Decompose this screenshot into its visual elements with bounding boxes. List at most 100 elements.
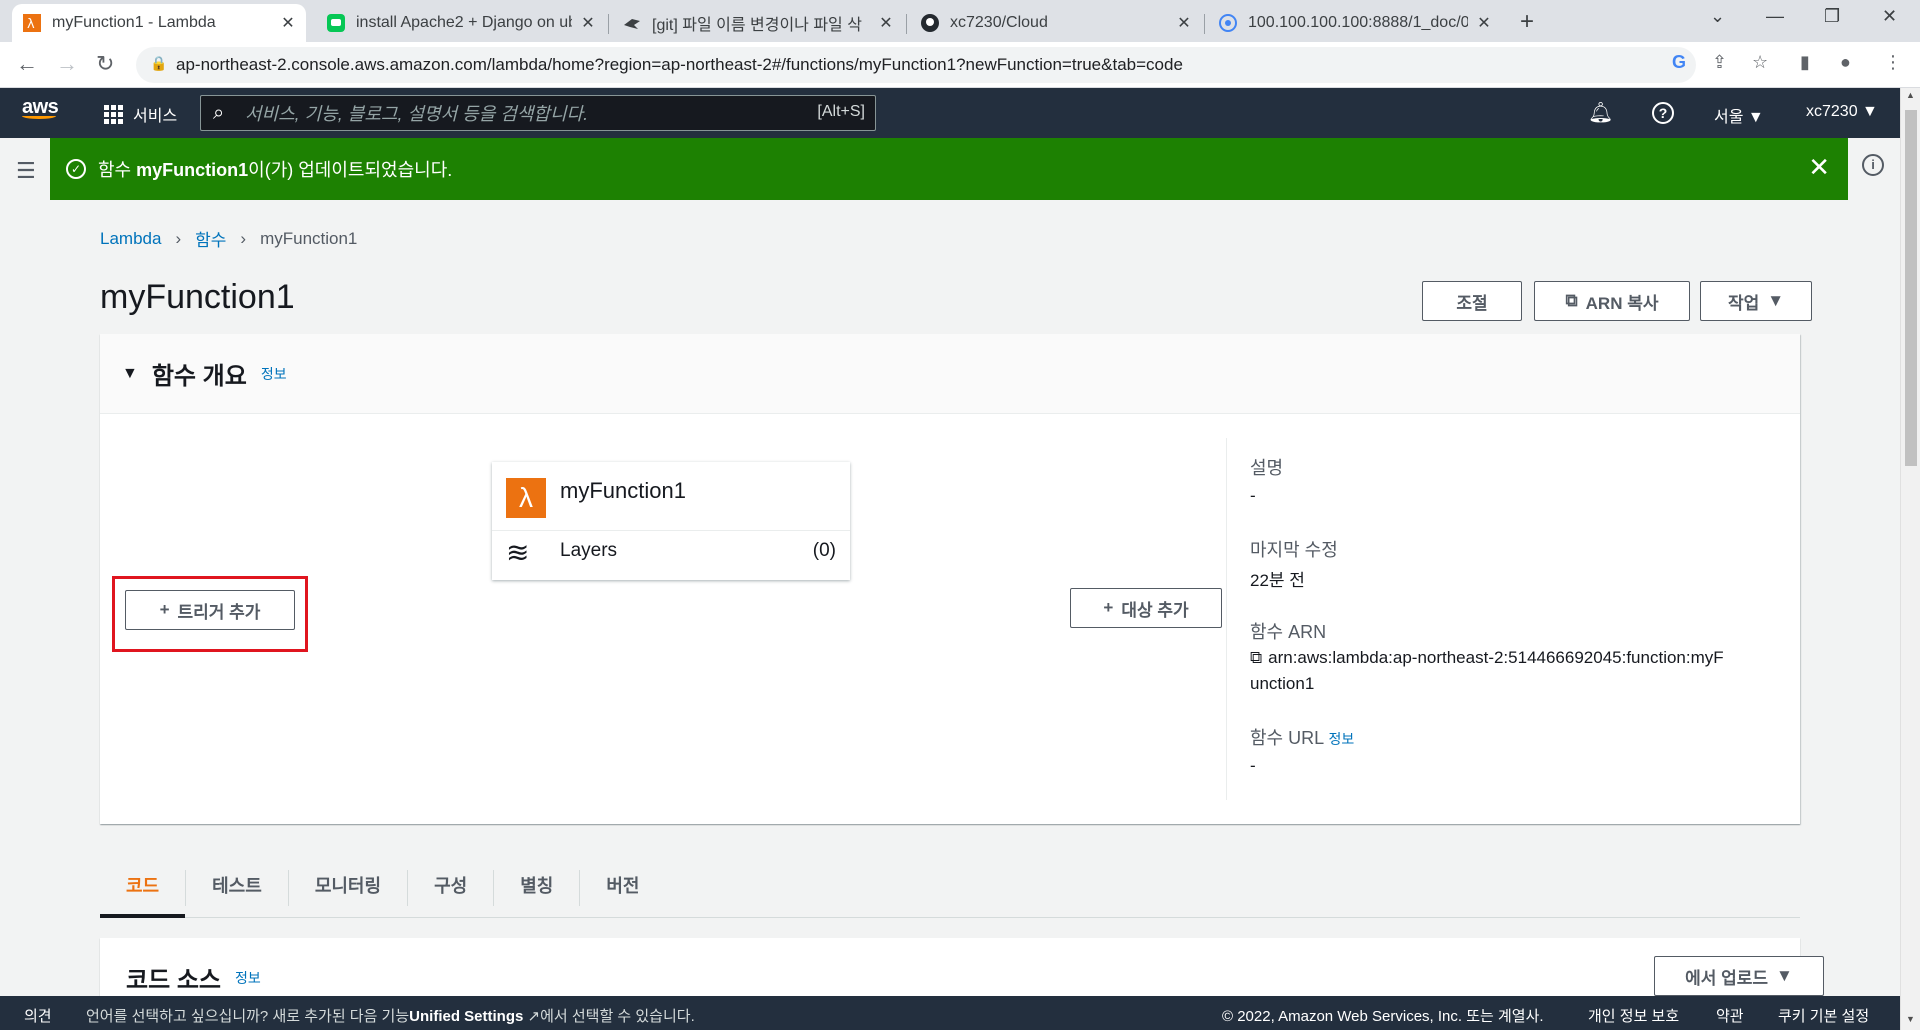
main-area: Lambda › 함수 › myFunction1 myFunction1 조절… [50, 200, 1848, 1018]
browser-tab-local[interactable]: 100.100.100.100:8888/1_doc/03. ✕ [1208, 4, 1502, 42]
services-menu[interactable]: 서비스 [104, 102, 177, 126]
info-panel-icon[interactable]: i [1862, 154, 1884, 176]
add-destination-button[interactable]: + 대상 추가 [1070, 588, 1222, 628]
breadcrumb-functions[interactable]: 함수 [195, 226, 226, 251]
lock-icon: 🔒 [150, 55, 168, 71]
copy-arn-label: ARN 복사 [1585, 293, 1659, 313]
close-icon[interactable]: ✕ [878, 13, 894, 33]
tab-search-chevron-icon[interactable]: ⌄ [1710, 6, 1725, 27]
external-link-icon: ↗ [523, 1008, 541, 1025]
browser-tab-git[interactable]: [git] 파일 이름 변경이나 파일 삭 ✕ [612, 4, 904, 42]
upload-label: 에서 업로드 [1685, 968, 1769, 988]
overview-title-text: 함수 개요 [151, 363, 247, 390]
bookmark-star-icon[interactable]: ☆ [1752, 52, 1768, 73]
privacy-link[interactable]: 개인 정보 보호 [1588, 1005, 1679, 1026]
function-url-label-text: 함수 URL [1250, 728, 1324, 748]
function-url-label: 함수 URL 정보 [1250, 724, 1354, 750]
copy-arn-button[interactable]: ⧉ ARN 복사 [1534, 281, 1690, 321]
function-tabs: 코드 테스트 모니터링 구성 별칭 버전 [100, 860, 1800, 918]
browser-tab-django[interactable]: install Apache2 + Django on ub ✕ [316, 4, 606, 42]
restore-icon[interactable]: ❐ [1824, 6, 1840, 27]
actions-button[interactable]: 작업 ▼ [1700, 281, 1812, 321]
vertical-scrollbar[interactable]: ▲ ▼ [1900, 88, 1920, 1030]
panel-header[interactable]: ▼ 함수 개요 정보 [100, 334, 1800, 414]
vertical-divider [1226, 438, 1227, 800]
close-icon[interactable]: ✕ [1176, 13, 1192, 33]
chevron-right-icon: › [240, 228, 247, 248]
function-arn-label: 함수 ARN [1250, 622, 1327, 642]
add-trigger-button[interactable]: + 트리거 추가 [125, 590, 295, 630]
globe-icon [1218, 13, 1238, 33]
console-footer: 의견 언어를 선택하고 싶으십니까? 새로 추가된 다음 기능Unified S… [0, 996, 1900, 1030]
help-icon[interactable]: ? [1652, 102, 1674, 124]
tab-configuration[interactable]: 구성 [408, 860, 493, 917]
profile-avatar[interactable]: ● [1840, 52, 1851, 73]
throttle-button[interactable]: 조절 [1422, 281, 1522, 321]
tab-test[interactable]: 테스트 [186, 860, 288, 917]
search-input[interactable]: ⌕ 서비스, 기능, 블로그, 설명서 등을 검색합니다. [Alt+S] [200, 95, 876, 131]
scroll-down-icon[interactable]: ▼ [1906, 1014, 1915, 1024]
arn-line-1: arn:aws:lambda:ap-northeast-2:5144666920… [1268, 648, 1724, 667]
github-icon [920, 13, 940, 33]
account-menu[interactable]: xc7230 ▼ [1806, 103, 1878, 121]
line-icon [326, 13, 346, 33]
back-arrow-icon[interactable]: ← [16, 51, 38, 77]
layers-label[interactable]: Layers [560, 540, 617, 562]
window-close-icon[interactable]: ✕ [1882, 6, 1897, 27]
forward-arrow-icon[interactable]: → [56, 51, 78, 77]
tab-versions[interactable]: 버전 [580, 860, 665, 917]
menu-dots-icon[interactable]: ⋮ [1884, 52, 1902, 73]
breadcrumb-lambda[interactable]: Lambda [100, 229, 161, 249]
actions-label: 작업 [1727, 293, 1760, 313]
success-flashbar: ✓ 함수 myFunction1이(가) 업데이트되었습니다. ✕ [50, 138, 1848, 200]
scroll-thumb[interactable] [1905, 110, 1917, 466]
google-translate-icon[interactable]: G [1672, 52, 1686, 73]
copyright: © 2022, Amazon Web Services, Inc. 또는 계열사… [1222, 1008, 1544, 1025]
side-panel-icon[interactable]: ▮ [1800, 52, 1810, 73]
function-card[interactable]: λ myFunction1 ≋ Layers (0) [492, 462, 850, 580]
grid-icon [104, 104, 123, 124]
copy-icon[interactable]: ⧉ [1250, 648, 1262, 667]
aws-logo[interactable]: aws [22, 96, 59, 119]
info-link[interactable]: 정보 [235, 968, 261, 988]
hamburger-menu-icon[interactable]: ☰ [16, 158, 36, 184]
browser-tab-lambda[interactable]: λ myFunction1 - Lambda ✕ [12, 4, 306, 42]
svg-text:λ: λ [27, 17, 35, 32]
info-link[interactable]: 정보 [1328, 731, 1354, 747]
upload-from-button[interactable]: 에서 업로드 ▼ [1654, 956, 1824, 996]
terms-link[interactable]: 약관 [1716, 1005, 1744, 1026]
language-notice: 언어를 선택하고 싶으십니까? 새로 추가된 다음 기능Unified Sett… [86, 1005, 695, 1026]
unified-settings-link[interactable]: Unified Settings [409, 1008, 523, 1025]
region-selector[interactable]: 서울 ▼ [1714, 103, 1764, 127]
close-icon[interactable]: ✕ [1476, 13, 1492, 33]
url-bar[interactable]: 🔒 ap-northeast-2.console.aws.amazon.com/… [136, 47, 1696, 83]
browser-tab-github[interactable]: xc7230/Cloud ✕ [910, 4, 1202, 42]
copy-icon: ⧉ [1565, 291, 1578, 310]
minimize-icon[interactable]: — [1766, 6, 1784, 27]
reload-icon[interactable]: ↻ [96, 51, 114, 77]
share-icon[interactable]: ⇪ [1712, 52, 1727, 73]
code-source-title: 코드 소스 정보 [126, 960, 261, 995]
tab-title: [git] 파일 이름 변경이나 파일 삭 [652, 17, 862, 34]
function-url-value: - [1250, 756, 1256, 775]
info-link[interactable]: 정보 [261, 364, 287, 384]
arn-line-2: unction1 [1250, 674, 1315, 693]
tab-aliases[interactable]: 별칭 [494, 860, 579, 917]
scroll-up-icon[interactable]: ▲ [1906, 90, 1915, 100]
last-modified-value: 22분 전 [1250, 571, 1305, 590]
services-label: 서비스 [133, 108, 178, 125]
new-tab-plus-icon[interactable]: + [1520, 8, 1534, 36]
close-icon[interactable]: ✕ [280, 13, 296, 33]
flash-message: 함수 myFunction1이(가) 업데이트되었습니다. [98, 156, 452, 182]
close-icon[interactable]: ✕ [1808, 152, 1830, 183]
tab-separator [1204, 14, 1205, 34]
last-modified-label: 마지막 수정 [1250, 540, 1338, 560]
cookie-preferences-link[interactable]: 쿠키 기본 설정 [1778, 1005, 1869, 1026]
close-icon[interactable]: ✕ [580, 13, 596, 33]
bell-icon[interactable]: 🔔︎ [1588, 100, 1613, 125]
feedback-link[interactable]: 의견 [24, 1005, 52, 1026]
layers-icon: ≋ [506, 537, 530, 568]
add-trigger-label: 트리거 추가 [177, 602, 261, 622]
tab-code[interactable]: 코드 [100, 860, 186, 918]
tab-monitoring[interactable]: 모니터링 [289, 860, 407, 917]
